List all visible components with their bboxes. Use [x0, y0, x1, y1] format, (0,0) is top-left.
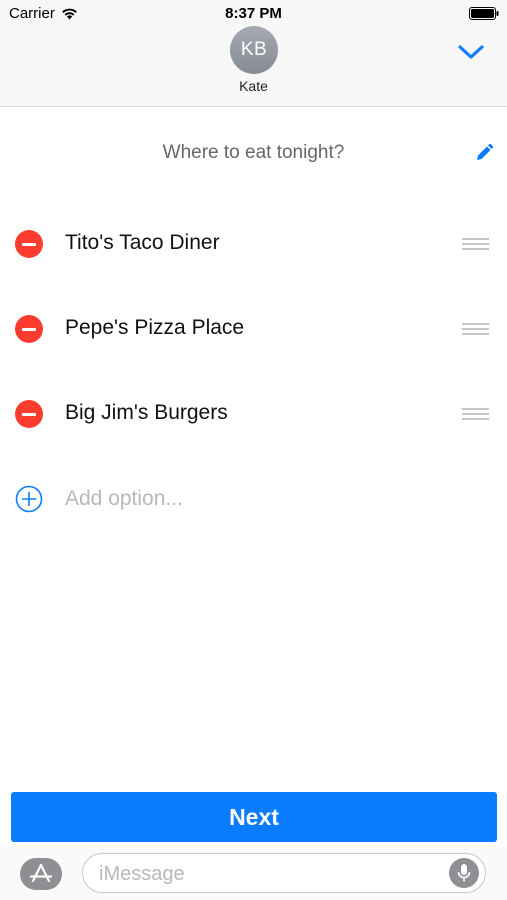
next-button-label: Next	[229, 803, 279, 830]
compose-bar	[0, 846, 507, 900]
option-label[interactable]: Big Jim's Burgers	[65, 401, 228, 425]
battery-icon	[469, 7, 499, 20]
drag-handle-icon[interactable]	[462, 408, 489, 420]
poll-option-row: Tito's Taco Diner	[0, 216, 507, 272]
pencil-icon[interactable]	[474, 143, 494, 163]
app-store-button[interactable]	[20, 858, 62, 890]
contact-name: Kate	[239, 78, 268, 94]
avatar-initials: KB	[240, 39, 268, 60]
plus-circle-icon[interactable]	[15, 485, 43, 513]
conversation-header: Carrier 8:37 PM KB Kate	[0, 0, 507, 107]
add-option-input[interactable]	[63, 481, 467, 517]
poll-option-row: Big Jim's Burgers	[0, 386, 507, 442]
message-field[interactable]	[82, 853, 486, 893]
message-input[interactable]	[97, 860, 441, 888]
chevron-down-icon[interactable]	[457, 42, 485, 62]
minus-circle-icon[interactable]	[15, 400, 43, 428]
status-time: 8:37 PM	[225, 5, 282, 22]
add-option-row	[0, 471, 507, 527]
minus-circle-icon[interactable]	[15, 315, 43, 343]
option-label[interactable]: Pepe's Pizza Place	[65, 316, 244, 340]
drag-handle-icon[interactable]	[462, 323, 489, 335]
mic-button[interactable]	[449, 858, 479, 888]
microphone-icon	[457, 864, 471, 882]
poll-question: Where to eat tonight?	[162, 142, 345, 163]
app-store-icon	[29, 863, 53, 883]
next-button[interactable]: Next	[11, 792, 497, 842]
minus-circle-icon[interactable]	[15, 230, 43, 258]
drag-handle-icon[interactable]	[462, 238, 489, 250]
avatar[interactable]: KB	[230, 26, 278, 74]
option-label[interactable]: Tito's Taco Diner	[65, 231, 220, 255]
poll-question-row: Where to eat tonight?	[0, 130, 507, 176]
status-bar: Carrier 8:37 PM	[0, 0, 507, 26]
poll-option-row: Pepe's Pizza Place	[0, 301, 507, 357]
